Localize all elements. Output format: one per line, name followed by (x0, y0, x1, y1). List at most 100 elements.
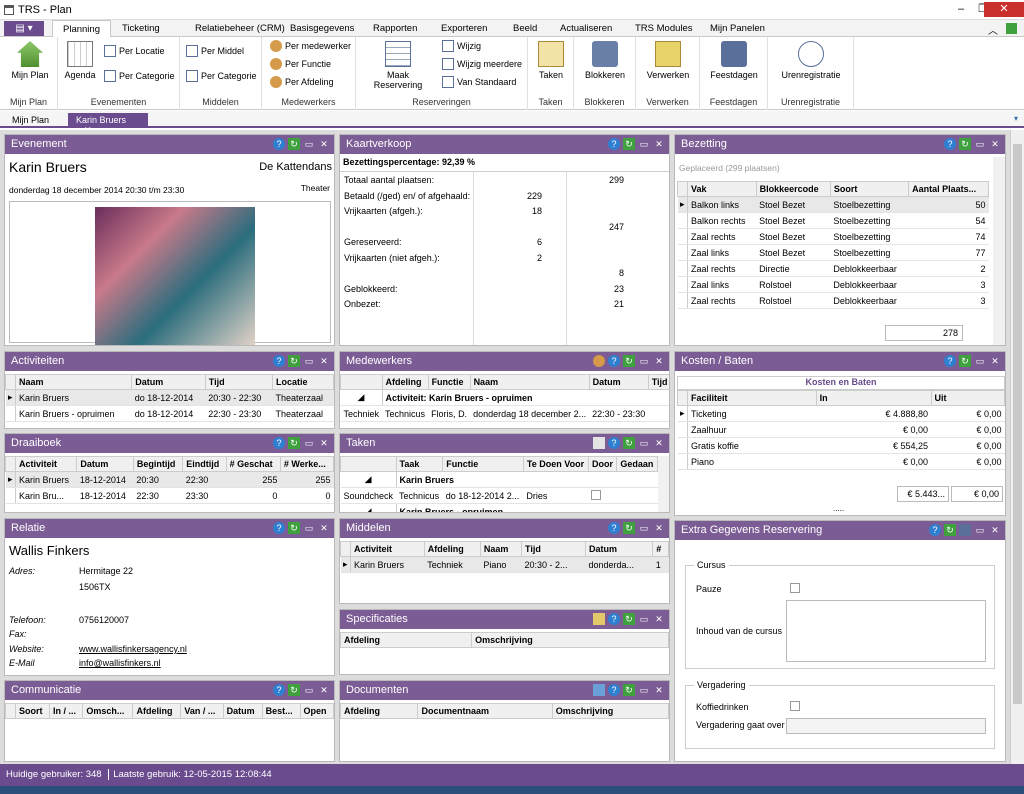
column-header[interactable]: Omsch... (82, 703, 134, 719)
collapse-icon[interactable]: ◢ (340, 471, 397, 488)
collapse-icon[interactable]: ◢ (340, 503, 397, 512)
minimize-button[interactable]: – (950, 2, 972, 17)
help-icon[interactable]: ? (608, 355, 620, 367)
column-header[interactable]: Best... (261, 703, 301, 719)
column-header[interactable]: Functie (442, 456, 524, 472)
maximize-icon[interactable]: ▭ (974, 138, 986, 150)
maximize-icon[interactable]: ▭ (303, 355, 315, 367)
resize-grip[interactable]: ..... (833, 504, 844, 513)
help-icon[interactable]: ? (608, 613, 620, 625)
refresh-icon[interactable] (1006, 23, 1017, 34)
refresh-icon[interactable]: ↻ (944, 524, 956, 536)
table-row[interactable]: ▸ Karin Bruers do 18-12-2014 20:30 - 22:30 T… (5, 389, 334, 406)
column-header[interactable]: Blokkeercode (755, 181, 831, 197)
table-row[interactable]: Karin Bruers - opruimen do 18-12-2014 22:3… (5, 405, 334, 422)
column-header[interactable]: Te Doen Voor (522, 456, 589, 472)
refresh-icon[interactable]: ↻ (288, 437, 300, 449)
refresh-icon[interactable]: ↻ (959, 138, 971, 150)
koffiedrinken-checkbox[interactable] (790, 701, 800, 711)
pauze-checkbox[interactable] (790, 583, 800, 593)
per-locatie-button[interactable]: Per Locatie (104, 45, 165, 57)
close-icon[interactable]: ✕ (653, 684, 665, 696)
help-icon[interactable]: ? (273, 138, 285, 150)
column-header[interactable]: Aantal Plaats... (908, 181, 989, 197)
add-document-icon[interactable] (593, 684, 605, 696)
users-icon[interactable] (593, 355, 605, 367)
table-row[interactable]: ▸ Karin Bruers Techniek Piano 20:30 - 2... do… (340, 556, 669, 573)
urenregistratie-button[interactable]: Urenregistratie (774, 41, 848, 80)
van-standaard-button[interactable]: Van Standaard (442, 76, 516, 88)
maximize-icon[interactable]: ▭ (303, 437, 315, 449)
file-menu-button[interactable]: ▤ ▾ (4, 21, 44, 36)
table-row[interactable]: Gratis koffie € 554,25 € 0,00 (677, 437, 1005, 454)
table-row[interactable]: Zaal rechts Rolstoel Deblokkeerbaar 3 (677, 292, 989, 309)
refresh-icon[interactable]: ↻ (623, 355, 635, 367)
wijzig-button[interactable]: Wijzig (442, 40, 481, 52)
column-header[interactable]: # Werke... (279, 456, 334, 472)
column-header[interactable]: In / ... (48, 703, 84, 719)
refresh-icon[interactable]: ↻ (288, 355, 300, 367)
help-icon[interactable]: ? (944, 138, 956, 150)
table-row[interactable]: Techniek Technicus Floris, D. donderdag 18 … (340, 405, 669, 422)
tab-ticketing[interactable]: Ticketing (122, 23, 160, 34)
tab-dropdown-icon[interactable]: ▾ (1014, 114, 1018, 123)
column-header[interactable]: Afdeling (340, 703, 419, 719)
column-header[interactable]: Naam (14, 374, 133, 390)
close-icon[interactable]: ✕ (653, 437, 665, 449)
column-header[interactable]: Afdeling (340, 632, 473, 648)
tab-exporteren[interactable]: Exporteren (441, 23, 487, 34)
collapse-icon[interactable]: ◢ (340, 389, 383, 406)
help-icon[interactable]: ? (608, 437, 620, 449)
column-header[interactable]: Datum (131, 374, 206, 390)
gedaan-checkbox[interactable] (591, 489, 602, 500)
middelen-per-categorie-button[interactable]: Per Categorie (186, 70, 257, 82)
table-row[interactable]: Soundcheck Technicus do 18-12-2014 2... Dri… (340, 487, 658, 504)
help-icon[interactable]: ? (273, 522, 285, 534)
refresh-icon[interactable]: ↻ (623, 613, 635, 625)
per-categorie-button[interactable]: Per Categorie (104, 70, 175, 82)
group-row[interactable]: ◢ Karin Bruers - opruimen (340, 503, 658, 512)
column-header[interactable]: Tijd (647, 374, 669, 390)
tab-trs-modules[interactable]: TRS Modules (635, 23, 693, 34)
column-header[interactable]: Uit (930, 390, 1005, 406)
column-header[interactable]: Begintijd (132, 456, 184, 472)
table-row[interactable]: ▸ Balkon links Stoel Bezet Stoelbezetting 50 (677, 196, 989, 213)
table-row[interactable]: ▸ Ticketing € 4.888,80 € 0,00 (677, 405, 1005, 422)
doctab-mijn-plan[interactable]: Mijn Plan (4, 113, 57, 128)
column-header[interactable]: Vak (687, 181, 757, 197)
column-header[interactable]: Tijd (204, 374, 274, 390)
column-header[interactable]: Documentnaam (417, 703, 553, 719)
column-header[interactable]: Datum (222, 703, 263, 719)
table-row[interactable]: Zaal links Rolstoel Deblokkeerbaar 3 (677, 276, 989, 293)
maximize-icon[interactable]: ▭ (638, 613, 650, 625)
group-row[interactable]: ◢ Activiteit: Karin Bruers - opruimen (340, 389, 669, 406)
group-row[interactable]: ◢ Karin Bruers (340, 471, 658, 488)
column-header[interactable]: Naam (479, 541, 523, 557)
wijzig-meerdere-button[interactable]: Wijzig meerdere (442, 58, 522, 70)
column-header[interactable]: In (815, 390, 932, 406)
doctab-karin-bruers[interactable]: Karin Bruers ✕ (68, 113, 148, 135)
refresh-icon[interactable]: ↻ (288, 684, 300, 696)
refresh-icon[interactable]: ↻ (623, 138, 635, 150)
column-header[interactable]: Soort (15, 703, 50, 719)
table-scrollbar[interactable] (993, 157, 1005, 345)
maximize-icon[interactable]: ▭ (638, 437, 650, 449)
close-icon[interactable]: ✕ (653, 138, 665, 150)
help-icon[interactable]: ? (929, 524, 941, 536)
column-header[interactable]: Tijd (521, 541, 586, 557)
table-row[interactable]: Karin Bru... 18-12-2014 22:30 23:30 0 0 (5, 487, 334, 504)
per-afdeling-button[interactable]: Per Afdeling (270, 76, 334, 88)
refresh-icon[interactable]: ↻ (623, 684, 635, 696)
table-row[interactable]: Zaalhuur € 0,00 € 0,00 (677, 421, 1005, 438)
column-header[interactable]: Afdeling (423, 541, 481, 557)
collapse-ribbon-icon[interactable]: ︿ (988, 22, 998, 37)
maximize-icon[interactable]: ▭ (303, 138, 315, 150)
column-header[interactable]: Afdeling (132, 703, 182, 719)
column-header[interactable]: Soort (829, 181, 910, 197)
column-header[interactable]: Locatie (272, 374, 334, 390)
close-button[interactable]: ✕ (984, 2, 1024, 17)
column-header[interactable]: Naam (469, 374, 590, 390)
column-header[interactable]: Omschrijving (471, 632, 669, 648)
column-header[interactable]: Taak (395, 456, 444, 472)
column-header[interactable]: Eindtijd (182, 456, 227, 472)
